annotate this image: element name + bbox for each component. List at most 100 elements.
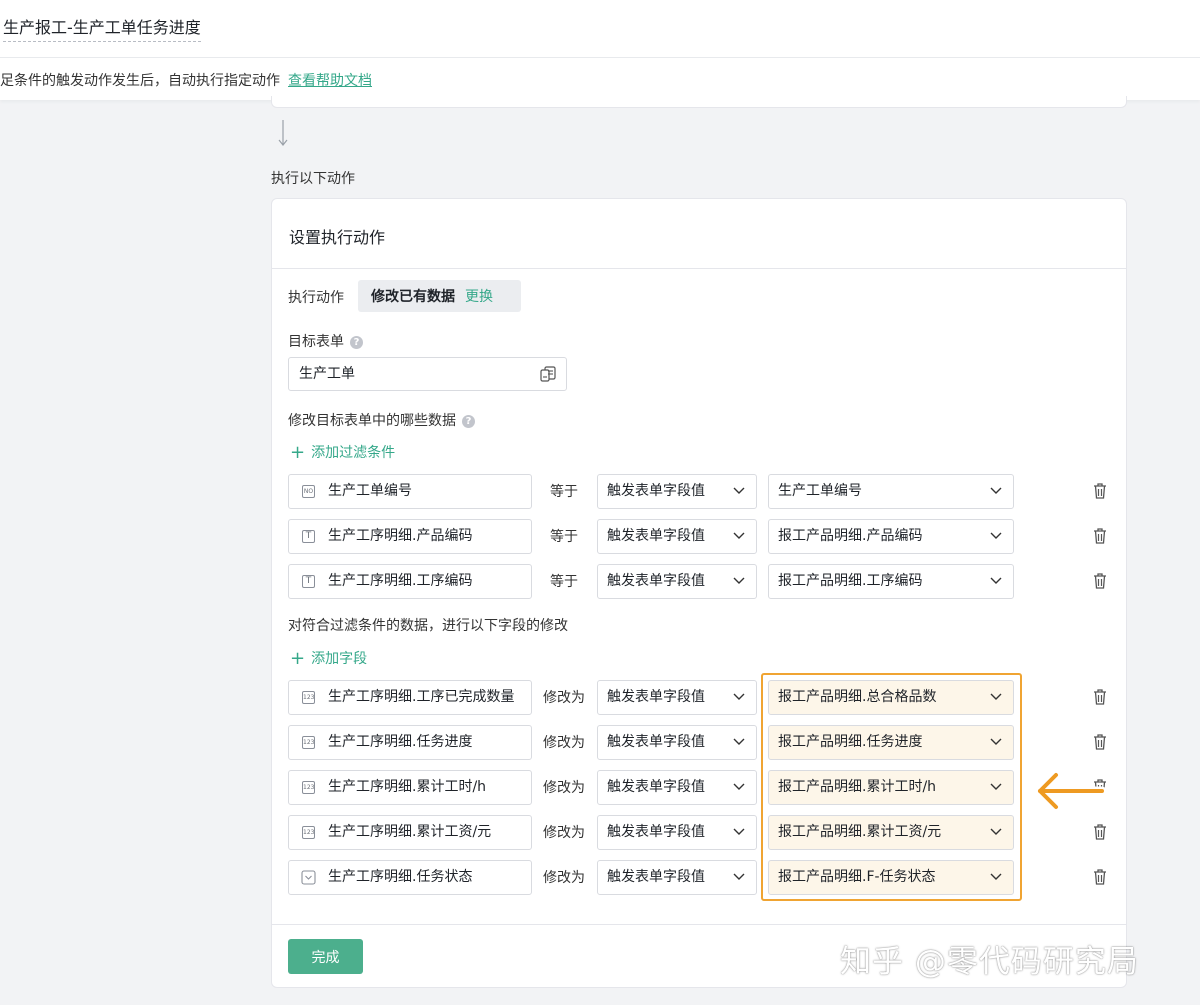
select-field-icon — [301, 870, 316, 885]
chevron-down-icon — [990, 828, 1002, 835]
source-type-value: 触发表单字段值 — [607, 689, 705, 705]
field-name: 生产工单编号 — [328, 483, 412, 499]
text-field-icon: T — [302, 575, 315, 588]
trash-icon[interactable] — [1092, 572, 1108, 590]
help-icon[interactable]: ? — [462, 415, 475, 428]
source-type-value: 触发表单字段值 — [607, 824, 705, 840]
source-field-select[interactable]: 报工产品明细.累计工资/元 — [768, 815, 1014, 850]
operator-label: 修改为 — [543, 690, 585, 706]
change-action-link[interactable]: 更换 — [465, 286, 493, 306]
chevron-down-icon — [733, 828, 745, 835]
section-label: 执行以下动作 — [271, 171, 355, 187]
source-type-select[interactable]: 触发表单字段值 — [597, 860, 757, 895]
chevron-down-icon — [733, 873, 745, 880]
source-field-select[interactable]: 报工产品明细.产品编码 — [768, 519, 1014, 554]
action-label: 执行动作 — [288, 290, 344, 306]
chevron-down-icon — [990, 532, 1002, 539]
description-text: 足条件的触发动作发生后，自动执行指定动作 — [0, 73, 280, 89]
field-select[interactable]: 123 生产工序明细.累计工资/元 — [288, 815, 532, 850]
source-field-value: 报工产品明细.累计工资/元 — [778, 824, 942, 840]
field-select[interactable]: NO 生产工单编号 — [288, 474, 532, 509]
field-select[interactable]: 123 生产工序明细.任务进度 — [288, 725, 532, 760]
operator-label: 等于 — [550, 574, 578, 590]
source-field-select[interactable]: 报工产品明细.工序编码 — [768, 564, 1014, 599]
source-type-select[interactable]: 触发表单字段值 — [597, 815, 757, 850]
chevron-down-icon — [733, 532, 745, 539]
add-filter-button[interactable]: + 添加过滤条件 — [290, 442, 395, 463]
action-pill: 修改已有数据 更换 — [358, 280, 521, 312]
source-type-value: 触发表单字段值 — [607, 573, 705, 589]
source-type-select[interactable]: 触发表单字段值 — [597, 474, 757, 509]
number-field-icon: 123 — [302, 781, 315, 794]
operator-label: 修改为 — [543, 780, 585, 796]
help-doc-link[interactable]: 查看帮助文档 — [288, 73, 372, 89]
field-name: 生产工序明细.累计工资/元 — [328, 824, 492, 840]
source-field-select[interactable]: 报工产品明细.F-任务状态 — [768, 860, 1014, 895]
field-name: 生产工序明细.产品编码 — [328, 528, 473, 544]
source-field-value: 报工产品明细.总合格品数 — [778, 689, 937, 705]
source-type-select[interactable]: 触发表单字段值 — [597, 519, 757, 554]
source-field-select[interactable]: 生产工单编号 — [768, 474, 1014, 509]
trash-icon[interactable] — [1092, 482, 1108, 500]
chevron-down-icon — [733, 487, 745, 494]
operator-label: 等于 — [550, 484, 578, 500]
which-data-label: 修改目标表单中的哪些数据? — [288, 410, 475, 430]
field-select[interactable]: T 生产工序明细.工序编码 — [288, 564, 532, 599]
text-field-icon: T — [302, 530, 315, 543]
chevron-down-icon — [990, 487, 1002, 494]
help-icon[interactable]: ? — [350, 336, 363, 349]
operator-label: 修改为 — [543, 735, 585, 751]
source-type-select[interactable]: 触发表单字段值 — [597, 770, 757, 805]
top-bar: 生产报工-生产工单任务进度 — [0, 0, 1200, 58]
card-title: 设置执行动作 — [289, 228, 386, 247]
number-field-icon: 123 — [302, 826, 315, 839]
add-field-button[interactable]: + 添加字段 — [290, 648, 367, 669]
subbar-description: 足条件的触发动作发生后，自动执行指定动作 查看帮助文档 — [0, 70, 372, 90]
source-type-select[interactable]: 触发表单字段值 — [597, 725, 757, 760]
page-title[interactable]: 生产报工-生产工单任务进度 — [3, 14, 201, 42]
add-field-label: 添加字段 — [311, 651, 368, 667]
chevron-down-icon — [990, 693, 1002, 700]
field-select[interactable]: T 生产工序明细.产品编码 — [288, 519, 532, 554]
done-button[interactable]: 完成 — [288, 939, 363, 974]
chevron-down-icon — [733, 577, 745, 584]
target-form-label-text: 目标表单 — [288, 334, 344, 350]
source-type-select[interactable]: 触发表单字段值 — [597, 680, 757, 715]
chevron-down-icon — [733, 693, 745, 700]
chevron-down-icon — [733, 738, 745, 745]
field-name: 生产工序明细.任务进度 — [328, 734, 473, 750]
target-form-value: 生产工单 — [299, 366, 355, 382]
watermark: 知乎 @零代码研究局 — [840, 944, 1139, 980]
trash-icon[interactable] — [1092, 688, 1108, 706]
modify-label: 对符合过滤条件的数据，进行以下字段的修改 — [288, 618, 568, 634]
trash-icon[interactable] — [1092, 733, 1108, 751]
which-data-label-text: 修改目标表单中的哪些数据 — [288, 413, 456, 429]
trash-icon[interactable] — [1092, 823, 1108, 841]
source-field-select[interactable]: 报工产品明细.任务进度 — [768, 725, 1014, 760]
source-field-value: 报工产品明细.工序编码 — [778, 573, 923, 589]
source-type-value: 触发表单字段值 — [607, 779, 705, 795]
trash-icon[interactable] — [1092, 527, 1108, 545]
footer-divider — [272, 924, 1126, 925]
source-field-value: 报工产品明细.累计工时/h — [778, 779, 937, 795]
number-field-icon: 123 — [302, 736, 315, 749]
trash-icon[interactable] — [1092, 868, 1108, 886]
target-form-label: 目标表单? — [288, 331, 363, 351]
source-field-select[interactable]: 报工产品明细.累计工时/h — [768, 770, 1014, 805]
source-field-select[interactable]: 报工产品明细.总合格品数 — [768, 680, 1014, 715]
target-form-input[interactable]: 生产工单 — [288, 357, 567, 391]
source-field-value: 报工产品明细.F-任务状态 — [778, 869, 936, 885]
plus-icon: + — [290, 442, 306, 463]
chevron-down-icon — [990, 577, 1002, 584]
number-field-icon: 123 — [302, 691, 315, 704]
field-name: 生产工序明细.工序已完成数量 — [328, 689, 515, 705]
field-select[interactable]: 123 生产工序明细.工序已完成数量 — [288, 680, 532, 715]
form-picker-icon[interactable] — [539, 365, 557, 383]
field-select[interactable]: 123 生产工序明细.累计工时/h — [288, 770, 532, 805]
number-code-icon: NO — [302, 485, 315, 498]
source-type-select[interactable]: 触发表单字段值 — [597, 564, 757, 599]
arrow-down-icon — [278, 120, 288, 146]
field-select[interactable]: 生产工序明细.任务状态 — [288, 860, 532, 895]
chevron-down-icon — [990, 738, 1002, 745]
card-header: 设置执行动作 — [272, 199, 1126, 269]
